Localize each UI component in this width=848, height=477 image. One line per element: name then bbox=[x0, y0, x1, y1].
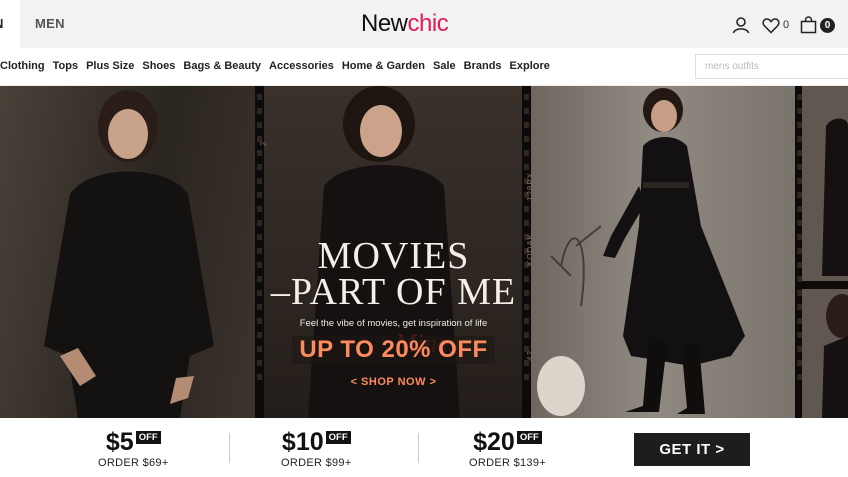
hero-title-line2: –PART OF ME bbox=[270, 271, 517, 313]
nav-item-tops[interactable]: Tops bbox=[53, 60, 78, 72]
wishlist-count: 0 bbox=[783, 19, 790, 31]
newchic-logo[interactable]: Newchic bbox=[361, 10, 449, 38]
model-figure-1 bbox=[44, 90, 214, 418]
nav-item-clothing[interactable]: Clothing bbox=[0, 60, 45, 72]
coupon-20-off[interactable]: $20 OFF ORDER $139+ bbox=[469, 429, 546, 469]
coupon-divider bbox=[418, 433, 419, 463]
film-label-2: 2 bbox=[259, 140, 268, 146]
nav-item-explore[interactable]: Explore bbox=[510, 60, 550, 72]
off-badge: OFF bbox=[516, 431, 542, 444]
hero-banner[interactable]: 128PX KODAK 42 2 Mines MOVIES –PART OF M… bbox=[0, 86, 848, 418]
nav-item-plus-size[interactable]: Plus Size bbox=[86, 60, 134, 72]
gender-tab-women[interactable]: N bbox=[0, 0, 20, 48]
hero-photo-4 bbox=[802, 86, 848, 418]
wishlist-button[interactable]: 0 bbox=[762, 14, 789, 36]
nav-item-sale[interactable]: Sale bbox=[433, 60, 456, 72]
cart-count-badge: 0 bbox=[820, 17, 835, 33]
nav-item-shoes[interactable]: Shoes bbox=[142, 60, 175, 72]
model-figure-4 bbox=[802, 118, 848, 418]
nav-item-accessories[interactable]: Accessories bbox=[269, 60, 334, 72]
coupon-5-off[interactable]: $5 OFF ORDER $69+ bbox=[98, 429, 169, 469]
off-badge: OFF bbox=[325, 431, 351, 444]
nav-item-home-garden[interactable]: Home & Garden bbox=[342, 60, 425, 72]
top-bar: N MEN Newchic 0 0 bbox=[0, 0, 848, 48]
hero-offer: UP TO 20% OFF bbox=[292, 336, 495, 364]
gender-tab-women-label: N bbox=[0, 16, 3, 31]
hero-title-line1: MOVIES bbox=[317, 235, 470, 277]
hero-text-block: MOVIES –PART OF ME Feel the vibe of movi… bbox=[264, 235, 523, 388]
nav-item-bags-beauty[interactable]: Bags & Beauty bbox=[183, 60, 261, 72]
coupon-10-off[interactable]: $10 OFF ORDER $99+ bbox=[281, 429, 352, 469]
hero-subtitle: Feel the vibe of movies, get inspiration… bbox=[299, 318, 488, 329]
user-icon bbox=[732, 17, 750, 34]
off-badge: OFF bbox=[135, 431, 161, 444]
hero-photo-3 bbox=[531, 86, 797, 418]
heart-icon bbox=[762, 17, 780, 34]
nav-item-brands[interactable]: Brands bbox=[464, 60, 502, 72]
search-input[interactable]: mens outfits bbox=[695, 54, 848, 79]
get-it-button[interactable]: GET IT > bbox=[634, 433, 750, 466]
cart-button[interactable]: 0 bbox=[800, 14, 835, 36]
shop-now-link[interactable]: < SHOP NOW > bbox=[264, 376, 523, 388]
gender-tab-men[interactable]: MEN bbox=[35, 16, 65, 31]
model-figure-3 bbox=[537, 88, 745, 416]
hero-photo-1 bbox=[0, 86, 258, 418]
coupon-divider bbox=[229, 433, 230, 463]
account-button[interactable] bbox=[732, 14, 750, 36]
film-strip-1 bbox=[255, 86, 264, 418]
bag-icon bbox=[800, 16, 817, 34]
